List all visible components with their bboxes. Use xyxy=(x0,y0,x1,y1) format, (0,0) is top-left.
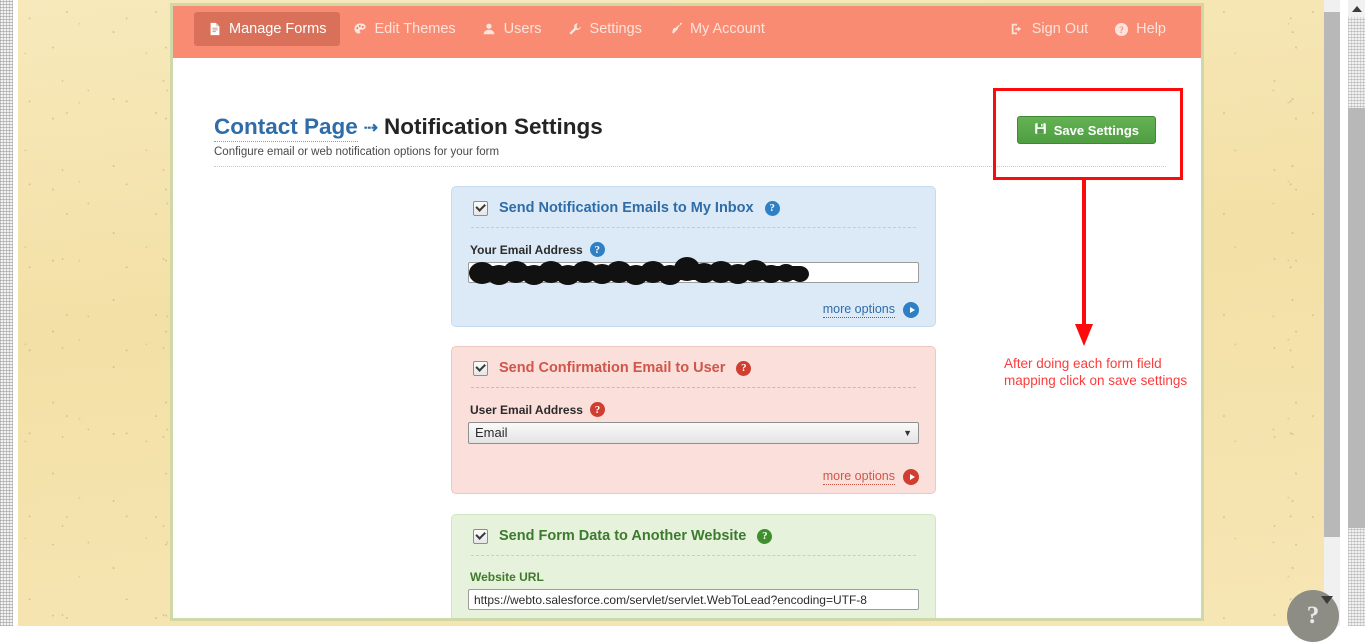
save-settings-label: Save Settings xyxy=(1053,122,1139,138)
document-icon xyxy=(207,22,222,37)
help-circle-icon: ? xyxy=(1114,22,1129,37)
floppy-disk-icon xyxy=(1034,122,1047,138)
more-options-label: more options xyxy=(822,302,895,318)
more-options-label: more options xyxy=(822,469,895,485)
scroll-up-arrow-icon[interactable] xyxy=(1348,0,1365,17)
panel-post-to-website: Send Form Data to Another Website ? Webs… xyxy=(451,514,936,618)
help-fab-caret-icon xyxy=(1321,596,1333,604)
nav-item-users[interactable]: Users xyxy=(469,12,555,46)
nav-item-help[interactable]: ? Help xyxy=(1101,12,1179,46)
left-texture-gutter xyxy=(0,0,13,626)
nav-label: Sign Out xyxy=(1031,21,1089,37)
your-email-address-input[interactable] xyxy=(468,262,919,283)
user-icon xyxy=(482,22,497,37)
checkbox-send-form-data[interactable] xyxy=(473,528,488,544)
panel-heading-row: Send Notification Emails to My Inbox ? xyxy=(468,200,919,216)
wrench-icon xyxy=(568,22,583,37)
panel-notification-emails: Send Notification Emails to My Inbox ? Y… xyxy=(451,186,936,327)
key-icon xyxy=(668,22,683,37)
field-label-your-email-address: Your Email Address ? xyxy=(470,242,919,257)
your-email-address-field-wrap xyxy=(468,257,919,285)
nav-label: Edit Themes xyxy=(374,21,456,37)
more-options-notification-emails[interactable]: more options xyxy=(822,302,919,318)
website-url-input[interactable] xyxy=(468,589,919,610)
field-label-user-email-address: User Email Address ? xyxy=(470,402,919,417)
annotation-text: After doing each form field mapping clic… xyxy=(1004,356,1188,388)
nav-label: Manage Forms xyxy=(229,21,327,37)
play-arrow-icon xyxy=(903,469,919,485)
panel-heading-label: Send Confirmation Email to User xyxy=(499,360,726,376)
field-label-text: Website URL xyxy=(470,570,544,584)
header-divider xyxy=(214,166,1166,167)
browser-scrollbar-thumb[interactable] xyxy=(1348,108,1365,528)
inner-scrollbar-thumb[interactable] xyxy=(1324,12,1340,537)
svg-text:?: ? xyxy=(1119,25,1124,35)
panel-divider xyxy=(471,227,916,228)
more-options-confirmation-email[interactable]: more options xyxy=(822,469,919,485)
help-icon-confirmation-email[interactable]: ? xyxy=(736,360,752,376)
field-label-text: Your Email Address xyxy=(470,242,583,257)
field-label-website-url: Website URL xyxy=(470,570,919,584)
play-arrow-icon xyxy=(903,302,919,318)
nav-item-my-account[interactable]: My Account xyxy=(655,12,778,46)
nav-item-sign-out[interactable]: Sign Out xyxy=(997,12,1101,46)
field-label-text: User Email Address xyxy=(470,402,583,417)
panel-heading-row: Send Form Data to Another Website ? xyxy=(468,528,919,544)
nav-primary-group: Manage Forms Edit Themes Users Settings … xyxy=(194,12,778,46)
checkbox-send-confirmation-email[interactable] xyxy=(473,360,488,376)
nav-label: Users xyxy=(503,21,542,37)
nav-item-manage-forms[interactable]: Manage Forms xyxy=(194,12,340,46)
top-navigation-bar: Manage Forms Edit Themes Users Settings … xyxy=(173,6,1201,58)
save-settings-button[interactable]: Save Settings xyxy=(1016,116,1156,144)
user-email-address-select-wrap: Email ▼ xyxy=(468,422,919,444)
breadcrumb-link-contact-page[interactable]: Contact Page xyxy=(214,114,358,142)
panel-divider xyxy=(471,555,916,556)
nav-label: My Account xyxy=(689,21,765,37)
nav-item-edit-themes[interactable]: Edit Themes xyxy=(340,12,469,46)
panel-divider xyxy=(471,387,916,388)
checkbox-send-notification-emails[interactable] xyxy=(473,200,488,216)
breadcrumb-arrow-icon: ⇢ xyxy=(363,118,379,137)
help-icon-your-email-address[interactable]: ? xyxy=(589,242,605,257)
nav-label: Settings xyxy=(589,21,642,37)
user-email-address-select[interactable]: Email xyxy=(468,422,919,444)
nav-label: Help xyxy=(1136,21,1166,37)
app-window: Manage Forms Edit Themes Users Settings … xyxy=(170,3,1204,621)
nav-item-settings[interactable]: Settings xyxy=(555,12,655,46)
panel-confirmation-email: Send Confirmation Email to User ? User E… xyxy=(451,346,936,494)
page-subtitle: Configure email or web notification opti… xyxy=(214,146,500,158)
panel-heading-label: Send Form Data to Another Website xyxy=(499,528,747,544)
page-body: Contact Page ⇢ Notification Settings Con… xyxy=(173,58,1201,618)
help-icon-send-form-data[interactable]: ? xyxy=(757,528,773,544)
desktop-paper-background: Manage Forms Edit Themes Users Settings … xyxy=(18,0,1325,626)
page-title: Notification Settings xyxy=(384,114,603,139)
panel-heading-row: Send Confirmation Email to User ? xyxy=(468,360,919,376)
nav-secondary-group: Sign Out ? Help xyxy=(997,12,1179,46)
help-icon-user-email-address[interactable]: ? xyxy=(589,402,605,417)
help-icon-notification-emails[interactable]: ? xyxy=(764,200,780,216)
sign-out-icon xyxy=(1010,22,1025,37)
panel-heading-label: Send Notification Emails to My Inbox xyxy=(499,200,754,216)
palette-icon xyxy=(353,22,368,37)
